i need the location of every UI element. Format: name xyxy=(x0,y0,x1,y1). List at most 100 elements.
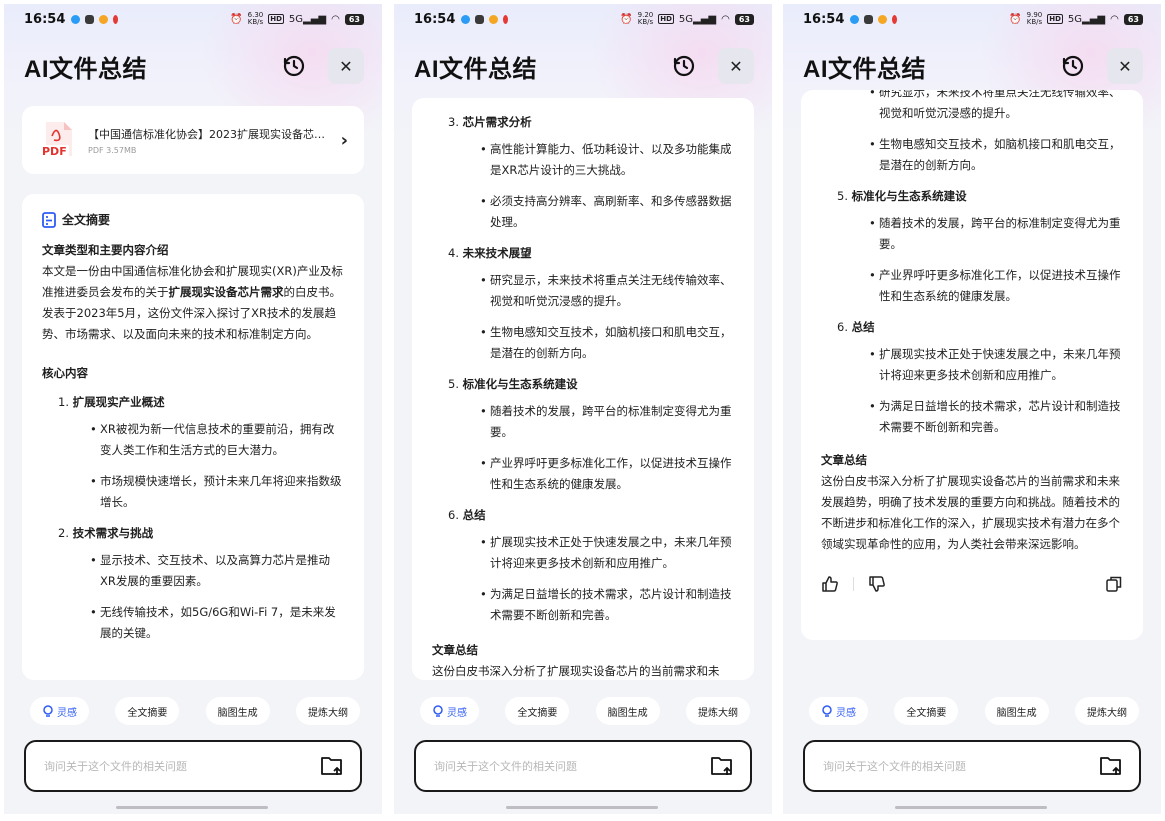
section-heading: 5. 标准化与生态系统建设 xyxy=(837,189,967,203)
chip-full-summary[interactable]: 全文摘要 xyxy=(115,697,180,725)
history-button[interactable] xyxy=(666,48,702,84)
quick-actions: 灵感 全文摘要 脑图生成 提炼大纲 xyxy=(809,697,1139,725)
chat-icon xyxy=(864,14,874,24)
notification-icon xyxy=(461,14,471,24)
summary-card: 3. 芯片需求分析 • 高性能计算能力、低功耗设计、以及多功能集成是XR芯片设计的… xyxy=(412,98,754,680)
list-item: • 无线传输技术，如5G/6G和Wi-Fi 7，是未来发展的关键。 xyxy=(90,605,336,640)
upload-file-icon[interactable] xyxy=(710,755,734,777)
network-speed: 9.90 KB/s xyxy=(1026,11,1043,26)
file-meta: PDF 3.57MB xyxy=(88,145,137,155)
chip-outline[interactable]: 提炼大纲 xyxy=(295,697,360,725)
list-item: • 产业界呼吁更多标准化工作，以促进技术互操作性和生态系统的健康发展。 xyxy=(869,268,1121,303)
network-speed: 9.20 KB/s xyxy=(637,11,654,26)
core-title: 核心内容 xyxy=(42,366,88,380)
list-item: • XR被视为新一代信息技术的重要前沿，拥有改变人类工作和生活方式的巨大潜力。 xyxy=(90,422,335,457)
app-icon xyxy=(878,14,888,24)
signal-icon: 5G▂▄▆ xyxy=(1067,13,1106,25)
list-item: • 扩展现实技术正处于快速发展之中，未来几年预计将迎来更多技术创新和应用推广。 xyxy=(869,347,1121,382)
alarm-icon: ⏰ xyxy=(230,13,243,25)
question-input[interactable]: 询问关于这个文件的相关问题 xyxy=(803,740,1141,792)
alarm-icon: ⏰ xyxy=(1009,13,1022,25)
chip-inspiration[interactable]: 灵感 xyxy=(809,697,868,725)
list-item: • 生物电感知交互技术，如脑机接口和肌电交互，是潜在的创新方向。 xyxy=(869,137,1121,172)
chip-mindmap[interactable]: 脑图生成 xyxy=(205,697,270,725)
chip-full-summary[interactable]: 全文摘要 xyxy=(894,697,959,725)
status-bar: 16:54 ⏰ 6.30 KB/s HD 5G▂▄▆ ◠ 63 xyxy=(4,4,382,34)
section-heading: 4. 未来技术展望 xyxy=(448,246,532,260)
signal-icon: 5G▂▄▆ xyxy=(288,13,327,25)
close-button[interactable]: ✕ xyxy=(1107,48,1143,84)
summary-card: 全文摘要 文章类型和主要内容介绍 本文是一份由中国通信标准化协会和扩展现实(XR… xyxy=(22,194,364,680)
file-title: 【中国通信标准化协会】2023扩展现实设备芯… xyxy=(88,127,325,141)
home-indicator xyxy=(895,806,1047,809)
status-time: 16:54 xyxy=(24,11,66,27)
wifi-icon: ◠ xyxy=(721,13,730,25)
chip-mindmap[interactable]: 脑图生成 xyxy=(595,697,660,725)
list-item: • 随着技术的发展，跨平台的标准制定变得尤为重要。 xyxy=(480,404,732,439)
list-item: • 研究显示，未来技术将重点关注无线传输效率、视觉和听觉沉浸感的提升。 xyxy=(480,273,732,308)
question-input[interactable]: 询问关于这个文件的相关问题 xyxy=(414,740,752,792)
battery-icon: 63 xyxy=(734,13,754,25)
list-item: • 为满足日益增长的技术需求，芯片设计和制造技术需要不断创新和完善。 xyxy=(480,587,732,622)
chip-outline[interactable]: 提炼大纲 xyxy=(685,697,750,725)
header: AI文件总结 ✕ xyxy=(803,46,1143,86)
history-button[interactable] xyxy=(276,48,312,84)
lightbulb-icon xyxy=(43,705,53,717)
pdf-file-icon: PDF xyxy=(40,120,74,160)
page-title: AI文件总结 xyxy=(414,55,537,83)
upload-file-icon[interactable] xyxy=(320,755,344,777)
thumbs-down-icon[interactable] xyxy=(868,575,886,593)
section-heading: 2. 技术需求与挑战 xyxy=(58,526,154,540)
type-title: 文章类型和主要内容介绍 xyxy=(42,243,169,257)
app-icon xyxy=(99,14,109,24)
history-icon xyxy=(283,55,305,77)
close-icon: ✕ xyxy=(339,56,353,76)
signal-icon: 5G▂▄▆ xyxy=(678,13,717,25)
question-input[interactable]: 询问关于这个文件的相关问题 xyxy=(24,740,362,792)
lightbulb-icon xyxy=(822,705,832,717)
phone-screen-summary-bottom: 16:54 ⏰ 9.90 KB/s HD 5G▂▄▆ ◠ 63 AI文件总结 ✕ … xyxy=(783,4,1161,814)
list-item: • 研究显示，未来技术将重点关注无线传输效率、视觉和听觉沉浸感的提升。 xyxy=(869,90,1121,120)
chip-inspiration[interactable]: 灵感 xyxy=(420,697,479,725)
battery-icon: 63 xyxy=(344,13,364,25)
close-button[interactable]: ✕ xyxy=(328,48,364,84)
app-icon xyxy=(489,14,499,24)
upload-file-icon[interactable] xyxy=(1099,755,1123,777)
close-icon: ✕ xyxy=(729,56,743,76)
history-button[interactable] xyxy=(1055,48,1091,84)
alarm-icon: ⏰ xyxy=(620,13,633,25)
section-heading: 3. 芯片需求分析 xyxy=(448,115,532,129)
copy-icon[interactable] xyxy=(1105,575,1123,593)
section-heading: 1. 扩展现实产业概述 xyxy=(58,395,165,409)
close-icon: ✕ xyxy=(1118,56,1132,76)
notification-icon xyxy=(71,14,81,24)
list-item: • 市场规模快速增长，预计未来几年将迎来指数级增长。 xyxy=(90,474,342,509)
header: AI文件总结 ✕ xyxy=(414,46,754,86)
conclusion-title: 文章总结 xyxy=(821,453,867,467)
list-item: • 生物电感知交互技术，如脑机接口和肌电交互，是潜在的创新方向。 xyxy=(480,325,732,360)
wifi-icon: ◠ xyxy=(331,13,340,25)
conclusion-text: 这份白皮书深入分析了扩展现实设备芯片的当前需求和未来发展趋势，明确了技术发展的重… xyxy=(821,474,1120,551)
chip-outline[interactable]: 提炼大纲 xyxy=(1074,697,1139,725)
chat-icon xyxy=(85,14,95,24)
chat-icon xyxy=(475,14,485,24)
thumbs-up-icon[interactable] xyxy=(821,575,839,593)
wifi-icon: ◠ xyxy=(1110,13,1119,25)
battery-icon: 63 xyxy=(1123,13,1143,25)
chip-mindmap[interactable]: 脑图生成 xyxy=(984,697,1049,725)
quick-actions: 灵感 全文摘要 脑图生成 提炼大纲 xyxy=(420,697,750,725)
input-placeholder: 询问关于这个文件的相关问题 xyxy=(823,760,966,773)
intro-paragraph: 本文是一份由中国通信标准化协会和扩展现实(XR)产业及标准推进委员会发布的关于扩… xyxy=(42,264,343,341)
hd-badge: HD xyxy=(658,14,674,24)
input-placeholder: 询问关于这个文件的相关问题 xyxy=(44,760,187,773)
network-speed: 6.30 KB/s xyxy=(247,11,264,26)
chip-full-summary[interactable]: 全文摘要 xyxy=(505,697,570,725)
chip-inspiration[interactable]: 灵感 xyxy=(30,697,89,725)
page-title: AI文件总结 xyxy=(24,55,147,83)
history-icon xyxy=(1062,55,1084,77)
hd-badge: HD xyxy=(1047,14,1063,24)
list-item: • 高性能计算能力、低功耗设计、以及多功能集成是XR芯片设计的三大挑战。 xyxy=(480,142,732,177)
close-button[interactable]: ✕ xyxy=(718,48,754,84)
chevron-right-icon: › xyxy=(340,129,348,151)
file-card[interactable]: PDF 【中国通信标准化协会】2023扩展现实设备芯… PDF 3.57MB › xyxy=(22,106,364,174)
